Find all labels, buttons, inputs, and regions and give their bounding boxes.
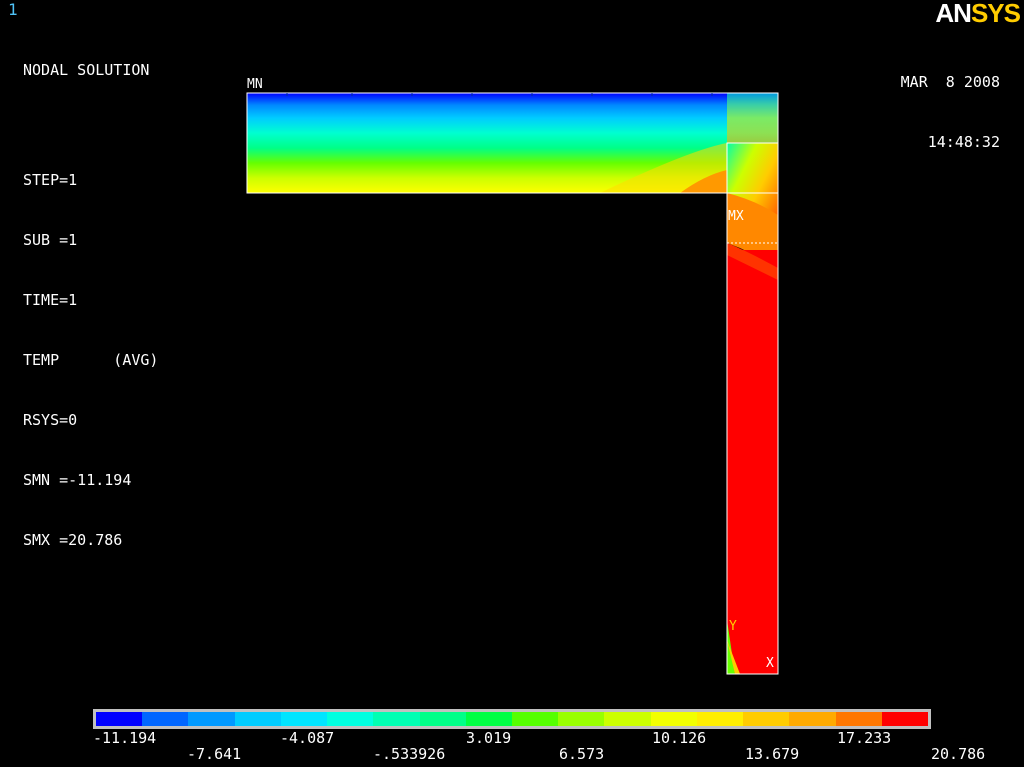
- legend-label-bottom-3: 13.679: [745, 745, 800, 763]
- legend-swatch-17: [881, 712, 928, 726]
- legend-swatch-3: [234, 712, 281, 726]
- legend-swatch-12: [650, 712, 697, 726]
- legend-label-bottom-2: 6.573: [559, 745, 605, 763]
- legend-label-bottom-4: 20.786: [931, 745, 986, 763]
- legend-swatch-13: [696, 712, 744, 726]
- color-legend-bar: [93, 709, 931, 729]
- legend-label-bottom-1: -.533926: [373, 745, 446, 763]
- legend-swatch-8: [465, 712, 512, 726]
- color-legend-swatches: [96, 712, 928, 726]
- mx-marker: MX: [728, 209, 744, 224]
- legend-swatch-7: [419, 712, 466, 726]
- legend-swatch-9: [511, 712, 559, 726]
- legend-swatch-10: [558, 712, 605, 726]
- legend-swatch-4: [280, 712, 328, 726]
- legend-label-top-4: 17.233: [837, 729, 892, 747]
- legend-swatch-16: [835, 712, 882, 726]
- axis-x-label: X: [766, 656, 774, 671]
- mn-marker: MN: [247, 77, 263, 92]
- legend-label-top-2: 3.019: [466, 729, 512, 747]
- corner-right-edge: [727, 93, 778, 143]
- legend-swatch-0: [96, 712, 143, 726]
- legend-label-bottom-0: -7.641: [187, 745, 242, 763]
- legend-swatch-6: [373, 712, 420, 726]
- legend-swatch-1: [142, 712, 189, 726]
- legend-label-top-0: -11.194: [93, 729, 157, 747]
- legend-swatch-2: [188, 712, 235, 726]
- legend-swatch-15: [789, 712, 836, 726]
- legend-label-top-3: 10.126: [652, 729, 707, 747]
- legend-label-top-1: -4.087: [280, 729, 335, 747]
- axis-y-label: Y: [729, 619, 737, 634]
- legend-swatch-14: [743, 712, 790, 726]
- contour-plot: MN MX Y X: [246, 77, 779, 675]
- legend-swatch-5: [327, 712, 374, 726]
- vertical-arm: [727, 250, 778, 674]
- legend-swatch-11: [604, 712, 651, 726]
